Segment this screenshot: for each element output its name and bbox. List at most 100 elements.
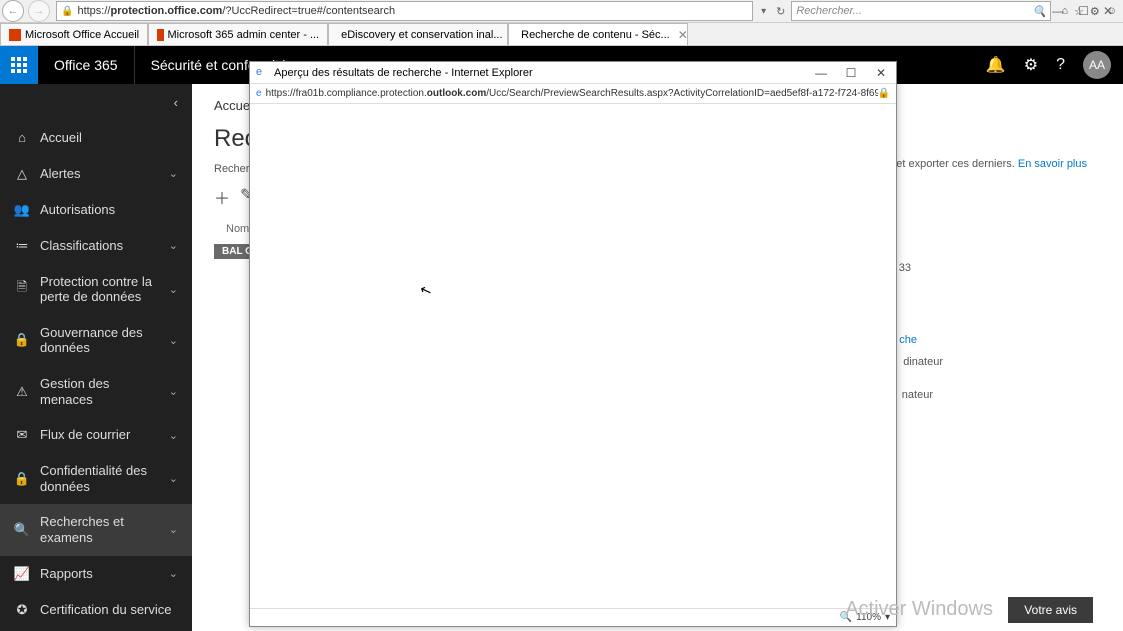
ie-icon: e [256, 66, 270, 80]
popup-close[interactable]: ✕ [866, 66, 896, 80]
nav-forward-button[interactable]: → [28, 0, 50, 22]
sidebar-item[interactable]: ⌂ Accueil [0, 120, 192, 156]
bg-value: dinateur [903, 356, 943, 368]
popup-minimize[interactable]: — [806, 66, 836, 80]
nav-label: Flux de courrier [40, 427, 159, 443]
chevron-down-icon: ⌄ [169, 523, 178, 536]
browser-tab[interactable]: Recherche de contenu - Séc... ✕ [508, 23, 688, 45]
sidebar-item[interactable]: ≔ Classifications ⌄ [0, 228, 192, 264]
nav-label: Classifications [40, 238, 159, 254]
browser-search-input[interactable]: Rechercher... 🔍 [791, 1, 1051, 21]
tab-label: Recherche de contenu - Séc... [521, 29, 670, 41]
lock-icon: 🔒 [878, 88, 890, 99]
maximize-button[interactable]: ☐ [1078, 4, 1089, 18]
sidebar-item[interactable]: ⚠Gestion des menaces⌄ [0, 366, 192, 417]
refresh-icon[interactable]: ↻ [770, 5, 791, 18]
nav-icon: 🔒 [14, 332, 30, 348]
sidebar-item[interactable]: 📈 Rapports ⌄ [0, 556, 192, 592]
address-bar[interactable]: 🔒 https:// protection.office.com /?UccRe… [56, 1, 753, 21]
chevron-down-icon: ⌄ [169, 283, 178, 296]
windows-watermark: Activer Windows [845, 598, 993, 621]
nav-icon: ≔ [14, 238, 30, 254]
app-launcher[interactable] [0, 46, 38, 84]
learn-more-link[interactable]: En savoir plus [1018, 158, 1087, 170]
nav-label: Gouvernance des données [40, 325, 159, 356]
popup-url-host: outlook.com [427, 88, 486, 99]
sidebar-item[interactable]: ✪ Certification du service [0, 592, 192, 628]
popup-title-text: Aperçu des résultats de recherche - Inte… [274, 67, 533, 79]
tab-label: eDiscovery et conservation inal... [341, 29, 502, 41]
nav-back-button[interactable]: ← [2, 0, 24, 22]
bg-value: 33 [899, 262, 911, 274]
bg-value: nateur [902, 389, 933, 401]
nav-icon: 🔒 [14, 471, 30, 487]
close-button[interactable]: ✕ [1103, 4, 1113, 18]
sidebar-item[interactable]: ✉ Flux de courrier ⌄ [0, 417, 192, 453]
browser-tab[interactable]: eDiscovery et conservation inal... [328, 23, 508, 45]
nav-label: Alertes [40, 166, 159, 182]
sidebar-item[interactable]: △ Alertes ⌄ [0, 156, 192, 192]
feedback-button[interactable]: Votre avis [1008, 597, 1093, 623]
nav-label: Certification du service [40, 602, 178, 618]
notifications-icon[interactable]: 🔔 [986, 55, 1006, 75]
nav-label: Autorisations [40, 202, 178, 218]
chevron-down-icon: ⌄ [169, 334, 178, 347]
sidebar-item[interactable]: 🔒 Confidentialité des données ⌄ [0, 453, 192, 504]
help-icon[interactable]: ? [1056, 56, 1065, 74]
tab-label: Microsoft 365 admin center - ... [168, 29, 320, 41]
chevron-down-icon: ⌄ [169, 167, 178, 180]
nav-label: Accueil [40, 130, 178, 146]
browser-tab[interactable]: Microsoft 365 admin center - ... [148, 23, 328, 45]
url-dropdown[interactable]: ▾ [757, 6, 770, 17]
tab-icon [9, 29, 21, 41]
browser-tab-strip: Microsoft Office Accueil Microsoft 365 a… [0, 23, 1123, 46]
tab-icon [157, 29, 163, 41]
url-scheme: https:// [77, 5, 110, 17]
popup-maximize[interactable]: ☐ [836, 66, 866, 80]
chevron-down-icon: ⌄ [169, 567, 178, 580]
nav-icon: 🔍 [14, 522, 30, 538]
chevron-down-icon: ⌄ [169, 239, 178, 252]
nav-label: Recherches et examens [40, 514, 159, 545]
popup-content: ↖ [250, 104, 896, 608]
brand-label[interactable]: Office 365 [38, 46, 135, 84]
sidebar-item[interactable]: 👥 Autorisations [0, 192, 192, 228]
nav-label: Confidentialité des données [40, 463, 159, 494]
tab-close-icon[interactable]: ✕ [678, 28, 688, 42]
nav-icon: ⚠ [14, 384, 30, 400]
popup-address-bar[interactable]: e https:// fra01b.compliance.protection.… [250, 84, 896, 104]
url-path: /?UccRedirect=true#/contentsearch [222, 5, 395, 17]
chevron-down-icon: ⌄ [169, 385, 178, 398]
search-placeholder: Rechercher... [796, 5, 862, 17]
nav-label: Rapports [40, 566, 159, 582]
nav-icon: ⌂ [14, 130, 30, 145]
url-host: protection.office.com [110, 5, 222, 17]
sidebar-item[interactable]: 🗎 Protection contre la perte de données ⌄ [0, 264, 192, 315]
popup-url-prefix: https:// [266, 88, 296, 99]
chevron-down-icon: ⌄ [169, 429, 178, 442]
chevron-down-icon: ⌄ [169, 472, 178, 485]
cursor-icon: ↖ [417, 281, 434, 301]
nav-icon: 🗎 [14, 278, 30, 300]
settings-icon[interactable]: ⚙ [1024, 55, 1038, 75]
new-search-button[interactable]: ＋ [214, 185, 230, 209]
nav-icon: ✉ [14, 427, 30, 443]
tab-label: Microsoft Office Accueil [25, 29, 139, 41]
minimize-button[interactable]: — [1052, 4, 1064, 18]
bg-link[interactable]: che [899, 334, 917, 346]
browser-tab[interactable]: Microsoft Office Accueil [0, 23, 148, 45]
nav-icon: ✪ [14, 602, 30, 618]
avatar[interactable]: AA [1083, 51, 1111, 79]
nav-icon: △ [14, 166, 30, 182]
sidebar-item[interactable]: 🔍 Recherches et examens ⌄ [0, 504, 192, 555]
popup-url-host-pre: fra01b.compliance.protection. [296, 88, 427, 99]
popup-url-path: /Ucc/Search/PreviewSearchResults.aspx?Ac… [486, 88, 877, 99]
nav-icon: 👥 [14, 202, 30, 218]
nav-icon: 📈 [14, 566, 30, 582]
popup-window: e Aperçu des résultats de recherche - In… [249, 61, 897, 627]
sidebar-collapse[interactable]: ‹ [0, 84, 192, 120]
nav-label: Protection contre la perte de données [40, 274, 159, 305]
sidebar-item[interactable]: 🔒 Gouvernance des données ⌄ [0, 315, 192, 366]
lock-icon: 🔒 [61, 6, 73, 17]
ie-icon: e [256, 88, 262, 99]
